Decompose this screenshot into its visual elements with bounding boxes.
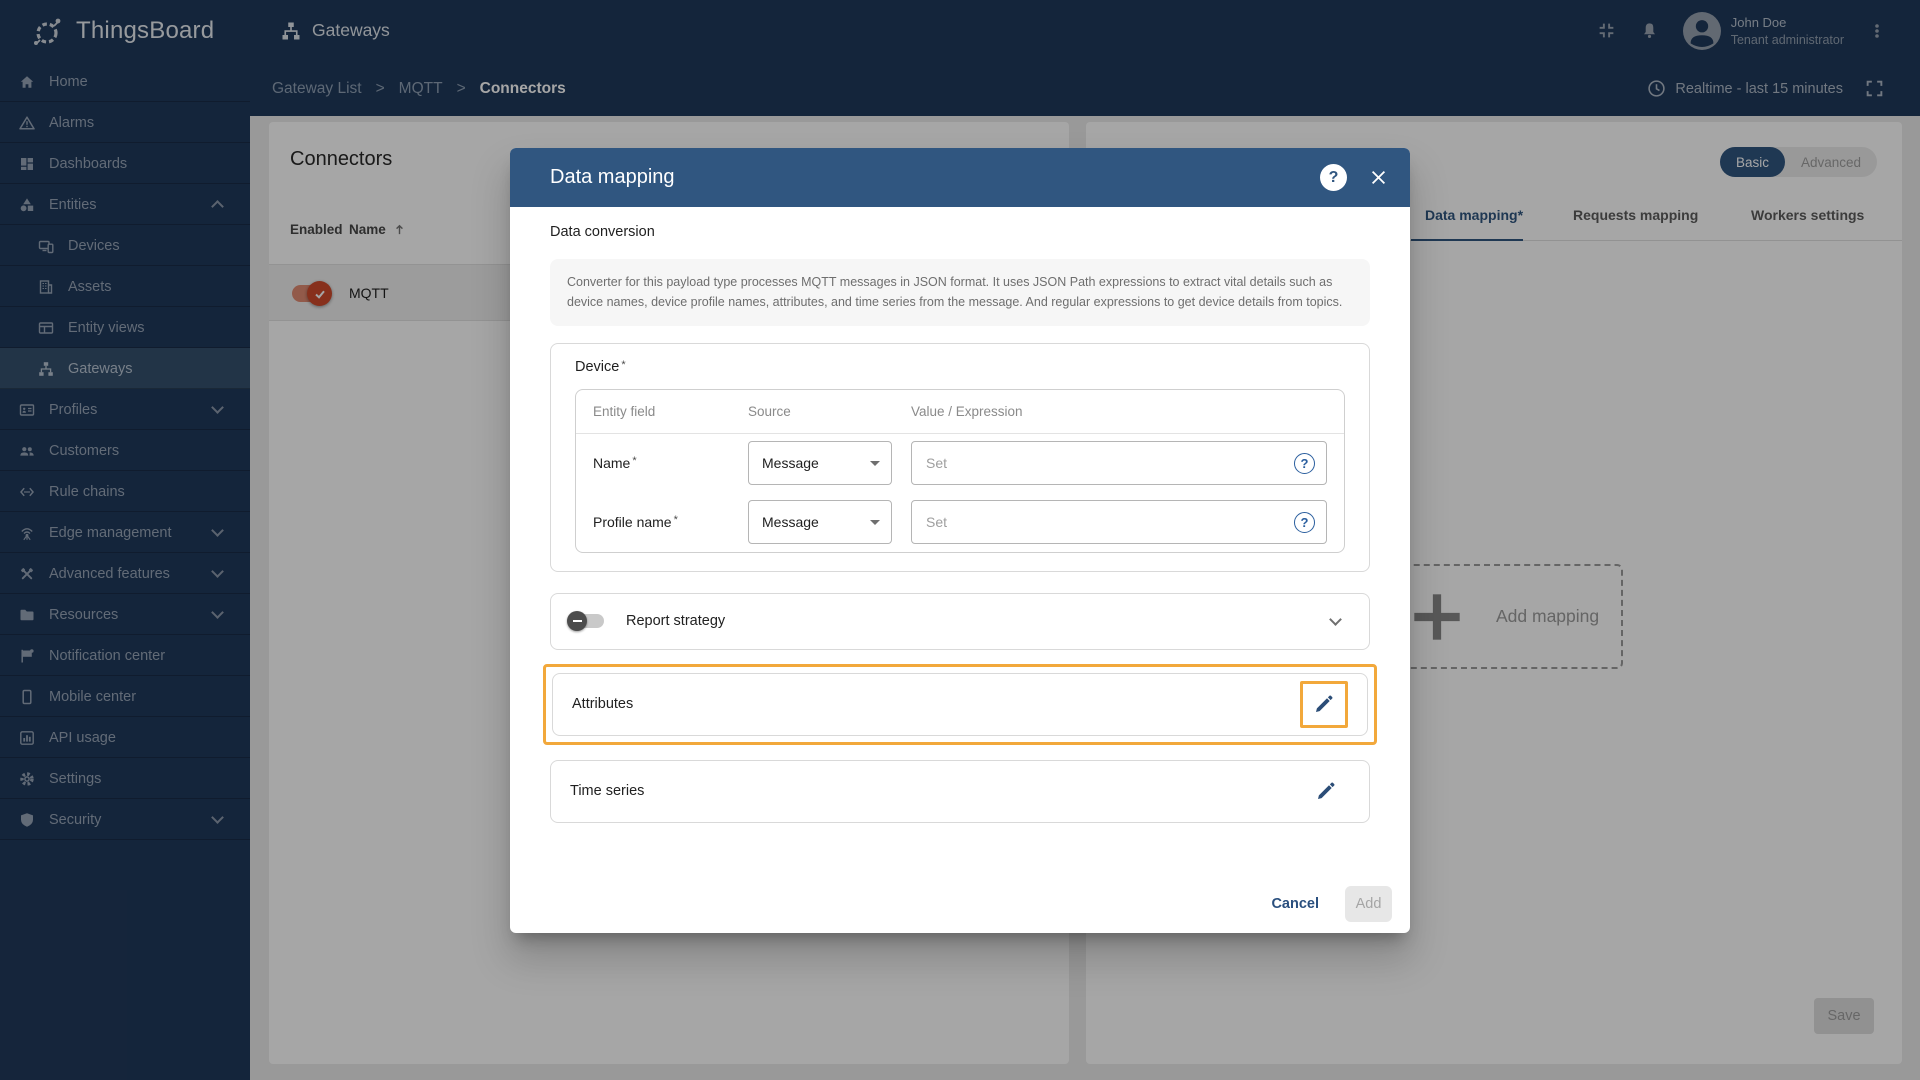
required-marker: * — [632, 455, 637, 467]
dropdown-arrow-icon — [870, 460, 880, 466]
pencil-icon — [1318, 782, 1335, 799]
field-label: Name * — [593, 455, 637, 471]
required-marker: * — [621, 358, 626, 371]
help-circle-icon[interactable]: ? — [1294, 452, 1315, 474]
dialog-header: Data mapping ? — [510, 148, 1410, 207]
attributes-section: Attributes — [552, 672, 1368, 736]
time-series-label: Time series — [570, 783, 645, 799]
data-conversion-heading: Data conversion — [550, 224, 655, 240]
device-row-profile-name: Profile name * Message Set ? — [576, 493, 1344, 552]
data-conversion-description: Converter for this payload type processe… — [550, 259, 1370, 326]
time-series-section: Time series — [550, 759, 1370, 823]
attributes-highlight: Attributes — [543, 663, 1377, 745]
chevron-down-icon — [1329, 612, 1342, 626]
profile-expression-input[interactable]: Set ? — [911, 500, 1327, 544]
report-strategy-label: Report strategy — [626, 613, 726, 629]
dropdown-arrow-icon — [870, 519, 880, 525]
edit-attributes-button[interactable] — [1300, 680, 1348, 728]
attributes-label: Attributes — [572, 696, 634, 712]
report-strategy-toggle[interactable] — [567, 611, 604, 631]
device-heading: Device — [575, 358, 620, 375]
column-entity-field: Entity field — [593, 403, 656, 419]
help-circle-icon[interactable]: ? — [1294, 511, 1315, 533]
column-source: Source — [748, 403, 791, 419]
column-value-expression: Value / Expression — [911, 403, 1023, 419]
help-icon[interactable]: ? — [1320, 164, 1347, 191]
dialog-body: Data conversion Converter for this paylo… — [510, 207, 1410, 874]
device-table: Entity field Source Value / Expression N… — [575, 388, 1345, 553]
dialog-footer: Cancel Add — [510, 874, 1410, 933]
add-button[interactable]: Add — [1345, 885, 1392, 922]
device-section: Device * Entity field Source Value / Expr… — [550, 342, 1370, 572]
cancel-button[interactable]: Cancel — [1271, 896, 1319, 912]
dialog-title: Data mapping — [550, 166, 675, 188]
name-expression-input[interactable]: Set ? — [911, 441, 1327, 485]
name-source-select[interactable]: Message — [748, 441, 892, 485]
report-strategy-section[interactable]: Report strategy — [550, 592, 1370, 650]
edit-time-series-button[interactable] — [1302, 768, 1350, 815]
data-mapping-dialog: Data mapping ? Data conversion Converter… — [510, 148, 1410, 933]
minus-icon — [572, 620, 582, 622]
profile-source-select[interactable]: Message — [748, 500, 892, 544]
device-table-header: Entity field Source Value / Expression — [576, 390, 1344, 434]
field-label: Profile name * — [593, 514, 678, 530]
pencil-icon — [1316, 695, 1333, 712]
close-icon[interactable] — [1371, 170, 1386, 185]
required-marker: * — [673, 514, 678, 526]
device-row-name: Name * Message Set ? — [576, 434, 1344, 493]
